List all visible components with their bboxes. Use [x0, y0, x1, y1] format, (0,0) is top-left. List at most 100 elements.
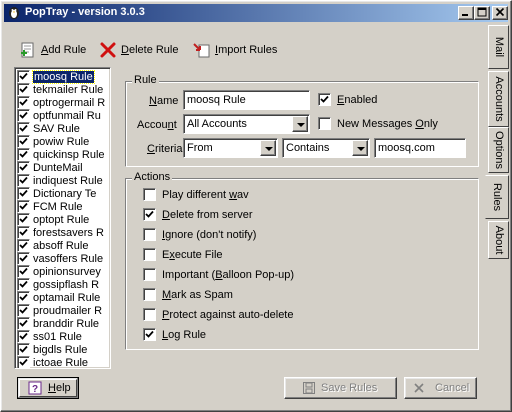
help-icon: ? — [28, 381, 42, 395]
list-item[interactable]: gossipflash R — [17, 278, 99, 291]
minimize-button[interactable] — [458, 6, 474, 20]
check-icon — [19, 150, 28, 158]
list-item[interactable]: forestsavers R — [17, 226, 104, 239]
rule-enabled-checkbox[interactable] — [17, 226, 30, 239]
action-checkbox[interactable] — [143, 188, 156, 201]
chevron-down-icon[interactable] — [292, 116, 308, 132]
rule-enabled-checkbox[interactable] — [17, 200, 30, 213]
rule-enabled-checkbox[interactable] — [17, 291, 30, 304]
rule-enabled-checkbox[interactable] — [17, 135, 30, 148]
close-button[interactable] — [492, 6, 508, 20]
save-rules-button[interactable]: Save Rules — [284, 377, 397, 399]
rule-enabled-checkbox[interactable] — [17, 317, 30, 330]
check-icon — [19, 267, 28, 275]
list-item[interactable]: Dictionary Te — [17, 187, 96, 200]
rule-enabled-checkbox[interactable] — [17, 239, 30, 252]
rule-enabled-checkbox[interactable] — [17, 330, 30, 343]
maximize-button[interactable] — [474, 6, 490, 20]
action-checkbox[interactable] — [143, 228, 156, 241]
list-item[interactable]: optrogermail R — [17, 96, 105, 109]
tab-rules[interactable]: Rules — [485, 175, 509, 219]
list-item[interactable]: absoff Rule — [17, 239, 88, 252]
rule-enabled-checkbox[interactable] — [17, 252, 30, 265]
chevron-down-icon[interactable] — [260, 140, 276, 156]
rule-item-label: optamail Rule — [33, 291, 101, 304]
action-checkbox-row[interactable]: Ignore (don't notify) — [143, 228, 256, 241]
rule-item-label: quickinsp Rule — [33, 148, 105, 161]
criteria-value-input[interactable]: moosq.com — [374, 138, 466, 158]
delete-rule-button[interactable]: Delete Rule — [99, 39, 179, 61]
list-item[interactable]: branddir Rule — [17, 317, 99, 330]
tab-accounts[interactable]: Accounts — [488, 71, 509, 127]
action-checkbox[interactable] — [143, 288, 156, 301]
action-checkbox[interactable] — [143, 248, 156, 261]
cancel-button[interactable]: Cancel — [404, 377, 477, 399]
rules-list[interactable]: moosq Rule tekmailer Rule optrogermail Rop… — [14, 67, 111, 369]
rule-enabled-checkbox[interactable] — [17, 356, 30, 368]
action-checkbox-row[interactable]: Important (Balloon Pop-up) — [143, 268, 294, 281]
rule-enabled-checkbox[interactable] — [17, 278, 30, 291]
list-item[interactable]: vasoffers Rule — [17, 252, 103, 265]
list-item[interactable]: ictoae Rule — [17, 356, 88, 368]
account-select-value: All Accounts — [187, 118, 247, 130]
enabled-checkbox[interactable] — [318, 93, 331, 106]
check-icon — [320, 95, 329, 103]
criteria-field-select[interactable]: From — [183, 138, 278, 158]
help-button[interactable]: ? Help — [17, 377, 79, 399]
list-item[interactable]: bigdls Rule — [17, 343, 87, 356]
action-checkbox-row[interactable]: Delete from server — [143, 208, 252, 221]
action-checkbox[interactable] — [143, 208, 156, 221]
list-item[interactable]: optopt Rule — [17, 213, 89, 226]
rule-enabled-checkbox[interactable] — [17, 213, 30, 226]
rule-enabled-checkbox[interactable] — [17, 83, 30, 96]
criteria-operator-select[interactable]: Contains — [282, 138, 370, 158]
rule-enabled-checkbox[interactable] — [17, 109, 30, 122]
action-checkbox-row[interactable]: Execute File — [143, 248, 223, 261]
account-select[interactable]: All Accounts — [183, 114, 310, 134]
action-checkbox[interactable] — [143, 328, 156, 341]
action-checkbox[interactable] — [143, 268, 156, 281]
tab-options[interactable]: Options — [488, 127, 509, 173]
check-icon — [19, 189, 28, 197]
rule-enabled-checkbox[interactable] — [17, 187, 30, 200]
tab-about[interactable]: About — [488, 221, 509, 259]
rule-enabled-checkbox[interactable] — [17, 343, 30, 356]
list-item[interactable]: optamail Rule — [17, 291, 100, 304]
list-item[interactable]: optfunmail Ru — [17, 109, 101, 122]
add-rule-button[interactable]: Add Rule — [19, 39, 86, 61]
actions-group-title: Actions — [132, 171, 173, 183]
list-item[interactable]: DunteMail — [17, 161, 83, 174]
list-item[interactable]: tekmailer Rule — [17, 83, 103, 96]
rule-enabled-checkbox[interactable] — [17, 161, 30, 174]
action-checkbox-row[interactable]: Play different wav — [143, 188, 249, 201]
list-item[interactable]: FCM Rule — [17, 200, 83, 213]
rule-enabled-checkbox[interactable] — [17, 96, 30, 109]
action-checkbox-row[interactable]: Mark as Spam — [143, 288, 233, 301]
tab-mail[interactable]: Mail — [488, 25, 509, 69]
list-item[interactable]: SAV Rule — [17, 122, 80, 135]
action-checkbox-row[interactable]: Protect against auto-delete — [143, 308, 293, 321]
list-item[interactable]: ss01 Rule — [17, 330, 82, 343]
new-messages-only-checkbox[interactable] — [318, 117, 331, 130]
rule-enabled-checkbox[interactable] — [17, 148, 30, 161]
rule-enabled-checkbox[interactable] — [17, 122, 30, 135]
list-item[interactable]: powiw Rule — [17, 135, 89, 148]
list-item[interactable]: quickinsp Rule — [17, 148, 105, 161]
rule-enabled-checkbox[interactable] — [17, 304, 30, 317]
list-item[interactable]: indiquest Rule — [17, 174, 103, 187]
rule-enabled-checkbox[interactable] — [17, 174, 30, 187]
chevron-down-icon[interactable] — [352, 140, 368, 156]
enabled-checkbox-row[interactable]: Enabled — [318, 93, 377, 106]
rule-enabled-checkbox[interactable] — [17, 265, 30, 278]
check-icon — [145, 330, 154, 338]
import-rules-button[interactable]: Import Rules — [193, 39, 277, 61]
list-item[interactable]: opinionsurvey — [17, 265, 101, 278]
rule-name-input[interactable]: moosq Rule — [183, 90, 310, 110]
list-item[interactable]: moosq Rule — [17, 69, 95, 84]
action-checkbox-row[interactable]: Log Rule — [143, 328, 206, 341]
title-bar[interactable]: PopTray - version 3.0.3 — [4, 4, 508, 22]
rule-enabled-checkbox[interactable] — [17, 70, 30, 83]
new-messages-only-row[interactable]: New Messages Only — [318, 117, 438, 130]
list-item[interactable]: proudmailer R — [17, 304, 102, 317]
action-checkbox[interactable] — [143, 308, 156, 321]
